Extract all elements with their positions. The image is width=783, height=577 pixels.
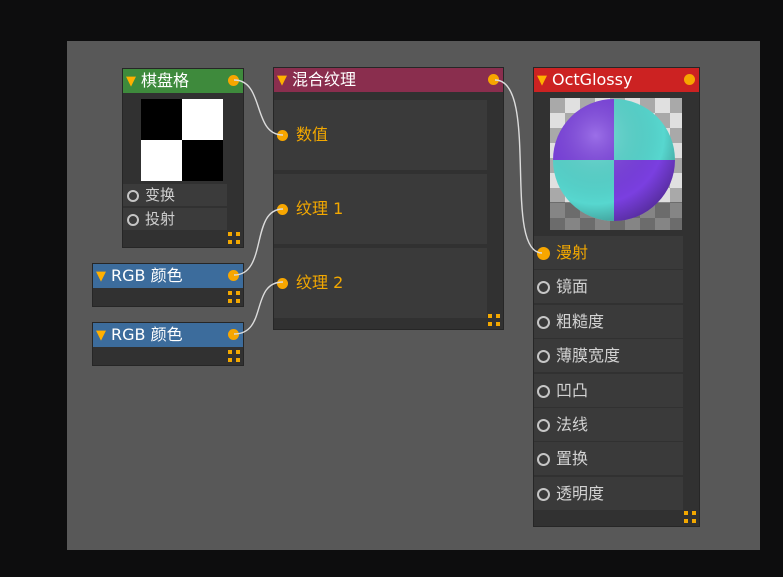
input-pin[interactable] [537,419,550,432]
expand-corners-icon[interactable] [488,314,500,326]
node-octglossy-title: OctGlossy [552,70,633,89]
input-bump-row[interactable]: 凹凸 [534,374,683,407]
output-pin[interactable] [228,270,239,281]
input-normal-row[interactable]: 法线 [534,408,683,441]
node-rgb-title: RGB 颜色 [111,325,183,344]
input-label: 镜面 [556,277,589,296]
node-checker[interactable]: ▼ 棋盘格 变换 投射 [122,68,244,248]
input-pin[interactable] [277,278,288,289]
input-label: 粗糙度 [556,312,605,331]
input-transform-row[interactable]: 变换 [123,184,227,206]
output-pin[interactable] [684,74,695,85]
node-mix-header[interactable]: ▼ 混合纹理 [274,68,503,92]
input-label: 薄膜宽度 [556,346,621,365]
triangle-down-icon[interactable]: ▼ [96,265,106,289]
input-pin[interactable] [277,204,288,215]
input-texture2-row[interactable]: 纹理 2 [274,248,487,318]
node-octglossy-header[interactable]: ▼ OctGlossy [534,68,699,92]
input-film-width-row[interactable]: 薄膜宽度 [534,339,683,372]
input-roughness-row[interactable]: 粗糙度 [534,305,683,338]
input-pin[interactable] [537,488,550,501]
input-specular-row[interactable]: 镜面 [534,270,683,303]
triangle-down-icon[interactable]: ▼ [126,70,136,94]
material-sphere-preview [550,98,682,230]
expand-corners-icon[interactable] [684,511,696,523]
input-pin[interactable] [537,453,550,466]
input-pin[interactable] [537,350,550,363]
node-rgb-title: RGB 颜色 [111,266,183,285]
input-opacity-row[interactable]: 透明度 [534,477,683,510]
input-label: 纹理 2 [296,273,344,292]
input-label: 变换 [145,186,176,204]
node-rgb-header[interactable]: ▼ RGB 颜色 [93,264,243,288]
output-pin[interactable] [488,74,499,85]
node-octglossy[interactable]: ▼ OctGlossy 漫射 镜面 粗糙度 薄膜宽度 凹凸 法线 置换 透明度 [533,67,700,527]
input-pin[interactable] [537,385,550,398]
triangle-down-icon[interactable]: ▼ [537,69,547,93]
input-pin[interactable] [127,190,139,202]
input-pin[interactable] [537,316,550,329]
node-mix-texture[interactable]: ▼ 混合纹理 数值 纹理 1 纹理 2 [273,67,504,330]
node-rgb-color-1[interactable]: ▼ RGB 颜色 [92,263,244,307]
triangle-down-icon[interactable]: ▼ [277,69,287,93]
material-preview [550,98,682,230]
output-pin[interactable] [228,329,239,340]
node-checker-title: 棋盘格 [141,71,190,90]
input-pin[interactable] [537,281,550,294]
output-pin[interactable] [228,75,239,86]
input-pin-connected[interactable] [537,247,550,260]
checker-preview [141,99,223,181]
input-label: 透明度 [556,484,605,503]
input-label: 数值 [296,125,329,144]
input-amount-row[interactable]: 数值 [274,100,487,170]
expand-corners-icon[interactable] [228,291,240,303]
input-projection-row[interactable]: 投射 [123,208,227,230]
input-label: 漫射 [556,243,589,262]
input-label: 纹理 1 [296,199,344,218]
input-pin[interactable] [277,130,288,141]
node-mix-title: 混合纹理 [292,70,357,89]
input-label: 投射 [145,210,176,228]
input-label: 置换 [556,449,589,468]
node-checker-header[interactable]: ▼ 棋盘格 [123,69,243,93]
expand-corners-icon[interactable] [228,350,240,362]
expand-corners-icon[interactable] [228,232,240,244]
input-label: 凹凸 [556,381,589,400]
node-rgb-header[interactable]: ▼ RGB 颜色 [93,323,243,347]
input-diffuse-row[interactable]: 漫射 [534,236,683,269]
node-rgb-color-2[interactable]: ▼ RGB 颜色 [92,322,244,366]
input-texture1-row[interactable]: 纹理 1 [274,174,487,244]
input-pin[interactable] [127,214,139,226]
input-displacement-row[interactable]: 置换 [534,442,683,475]
triangle-down-icon[interactable]: ▼ [96,324,106,348]
input-label: 法线 [556,415,589,434]
